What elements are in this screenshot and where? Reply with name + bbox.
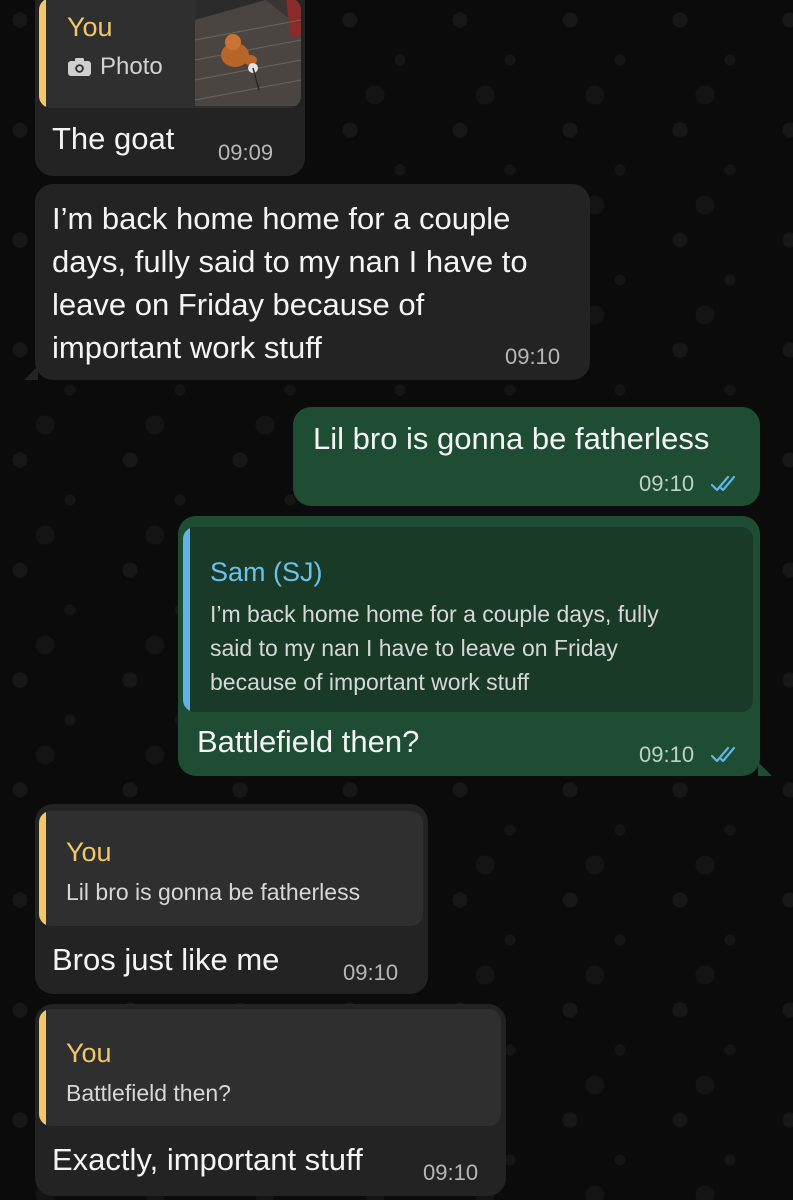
message-bubble-outgoing[interactable]: Lil bro is gonna be fatherless 09:10: [293, 407, 760, 506]
quote-author: Sam (SJ): [210, 557, 323, 587]
message-bubble-incoming[interactable]: You Photo The goat 09:09: [35, 0, 305, 176]
message-bubble-incoming[interactable]: You Battlefield then? Exactly, important…: [35, 1004, 506, 1196]
message-text: Battlefield then?: [197, 724, 420, 759]
read-receipt-icon: [710, 475, 741, 493]
quote-text-line: said to my nan I have to leave on Friday: [210, 635, 618, 661]
quote-text-line: I’m back home home for a couple days, fu…: [210, 601, 659, 627]
quote-text: Battlefield then?: [66, 1080, 231, 1106]
reply-quote[interactable]: You Photo: [39, 0, 301, 108]
message-text: Bros just like me: [52, 942, 280, 977]
reply-quote[interactable]: You Battlefield then?: [39, 1009, 501, 1126]
quote-photo-label: Photo: [100, 53, 163, 80]
message-time: 09:10: [343, 960, 399, 985]
quote-author: You: [66, 837, 112, 867]
message-time: 09:10: [423, 1160, 479, 1185]
message-text-line: I’m back home home for a couple: [52, 201, 511, 236]
read-receipt-icon: [710, 746, 741, 764]
message-text-line: days, fully said to my nan I have to: [52, 244, 528, 279]
reply-quote[interactable]: Sam (SJ) I’m back home home for a couple…: [183, 527, 753, 712]
bubble-tail: [24, 366, 38, 380]
message-text: Exactly, important stuff: [52, 1142, 363, 1177]
quote-accent-bar: [39, 1009, 46, 1126]
message-time: 09:10: [639, 742, 695, 767]
reply-quote[interactable]: You Lil bro is gonna be fatherless: [39, 811, 423, 926]
photo-thumbnail[interactable]: [195, 0, 301, 106]
message-time: 09:10: [505, 344, 561, 369]
quote-text-line: because of important work stuff: [210, 669, 530, 695]
message-text-line: important work stuff: [52, 330, 322, 365]
quote-accent-bar: [183, 527, 190, 712]
quote-accent-bar: [39, 0, 46, 108]
quote-author: You: [67, 12, 113, 42]
message-bubble-outgoing[interactable]: Sam (SJ) I’m back home home for a couple…: [178, 516, 760, 776]
quote-text: Lil bro is gonna be fatherless: [66, 879, 361, 905]
message-bubble-incoming[interactable]: You Lil bro is gonna be fatherless Bros …: [35, 804, 428, 994]
quote-author: You: [66, 1038, 112, 1068]
message-time: 09:10: [639, 471, 695, 496]
camera-icon: [67, 57, 92, 77]
message-text: The goat: [52, 121, 175, 156]
message-text: Lil bro is gonna be fatherless: [313, 421, 710, 456]
message-time: 09:09: [218, 140, 274, 165]
message-bubble-incoming[interactable]: I’m back home home for a couple days, fu…: [35, 184, 590, 380]
message-text-line: leave on Friday because of: [52, 287, 425, 322]
bubble-tail: [758, 762, 772, 776]
quote-accent-bar: [39, 811, 46, 926]
